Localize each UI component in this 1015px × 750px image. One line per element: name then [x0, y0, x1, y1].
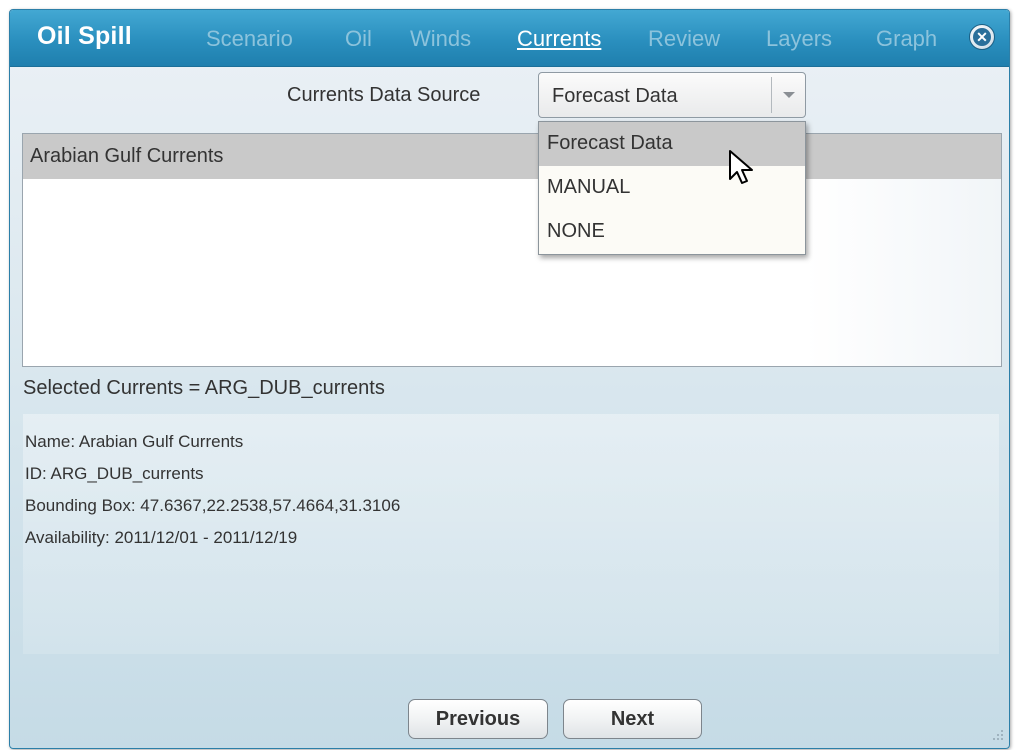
mouse-pointer-icon: [729, 150, 753, 184]
dropdown-option-manual[interactable]: MANUAL: [539, 166, 805, 210]
currents-list[interactable]: Arabian Gulf Currents: [22, 133, 1002, 367]
option-label: MANUAL: [547, 176, 631, 198]
list-item[interactable]: Arabian Gulf Currents: [23, 134, 1001, 179]
close-icon[interactable]: ✕: [969, 24, 995, 50]
dropdown-option-none[interactable]: NONE: [539, 210, 805, 254]
previous-button[interactable]: Previous: [408, 699, 548, 739]
tab-oil[interactable]: Oil: [345, 26, 372, 52]
selected-currents-text: Selected Currents = ARG_DUB_currents: [23, 377, 385, 399]
tab-scenario[interactable]: Scenario: [206, 26, 293, 52]
oil-spill-window: Oil Spill Scenario Oil Winds Currents Re…: [9, 9, 1010, 749]
tab-winds[interactable]: Winds: [410, 26, 471, 52]
app-title: Oil Spill: [37, 22, 132, 50]
dropdown-option-forecast-data[interactable]: Forecast Data: [539, 122, 805, 166]
detail-name: Name: Arabian Gulf Currents: [25, 432, 244, 451]
detail-bounding-box: Bounding Box: 47.6367,22.2538,57.4664,31…: [25, 496, 401, 515]
list-item-label: Arabian Gulf Currents: [30, 145, 224, 167]
detail-availability: Availability: 2011/12/01 - 2011/12/19: [25, 528, 298, 547]
data-source-label: Currents Data Source: [287, 84, 481, 106]
title-bar: Oil Spill Scenario Oil Winds Currents Re…: [10, 10, 1009, 67]
data-source-dropdown: Forecast Data MANUAL NONE: [538, 121, 806, 255]
option-label: NONE: [547, 220, 605, 242]
option-label: Forecast Data: [547, 132, 673, 154]
chevron-down-icon[interactable]: [783, 92, 795, 98]
detail-id: ID: ARG_DUB_currents: [25, 464, 204, 483]
data-source-value: Forecast Data: [552, 85, 678, 107]
next-button[interactable]: Next: [563, 699, 702, 739]
combo-divider: [771, 77, 772, 113]
details-panel: Name: Arabian Gulf Currents ID: ARG_DUB_…: [23, 414, 999, 654]
tab-graph[interactable]: Graph: [876, 26, 937, 52]
resize-grip-icon[interactable]: [987, 726, 1005, 744]
tab-review[interactable]: Review: [648, 26, 720, 52]
data-source-select[interactable]: Forecast Data: [538, 72, 806, 118]
tab-currents[interactable]: Currents: [517, 26, 601, 52]
tab-layers[interactable]: Layers: [766, 26, 832, 52]
